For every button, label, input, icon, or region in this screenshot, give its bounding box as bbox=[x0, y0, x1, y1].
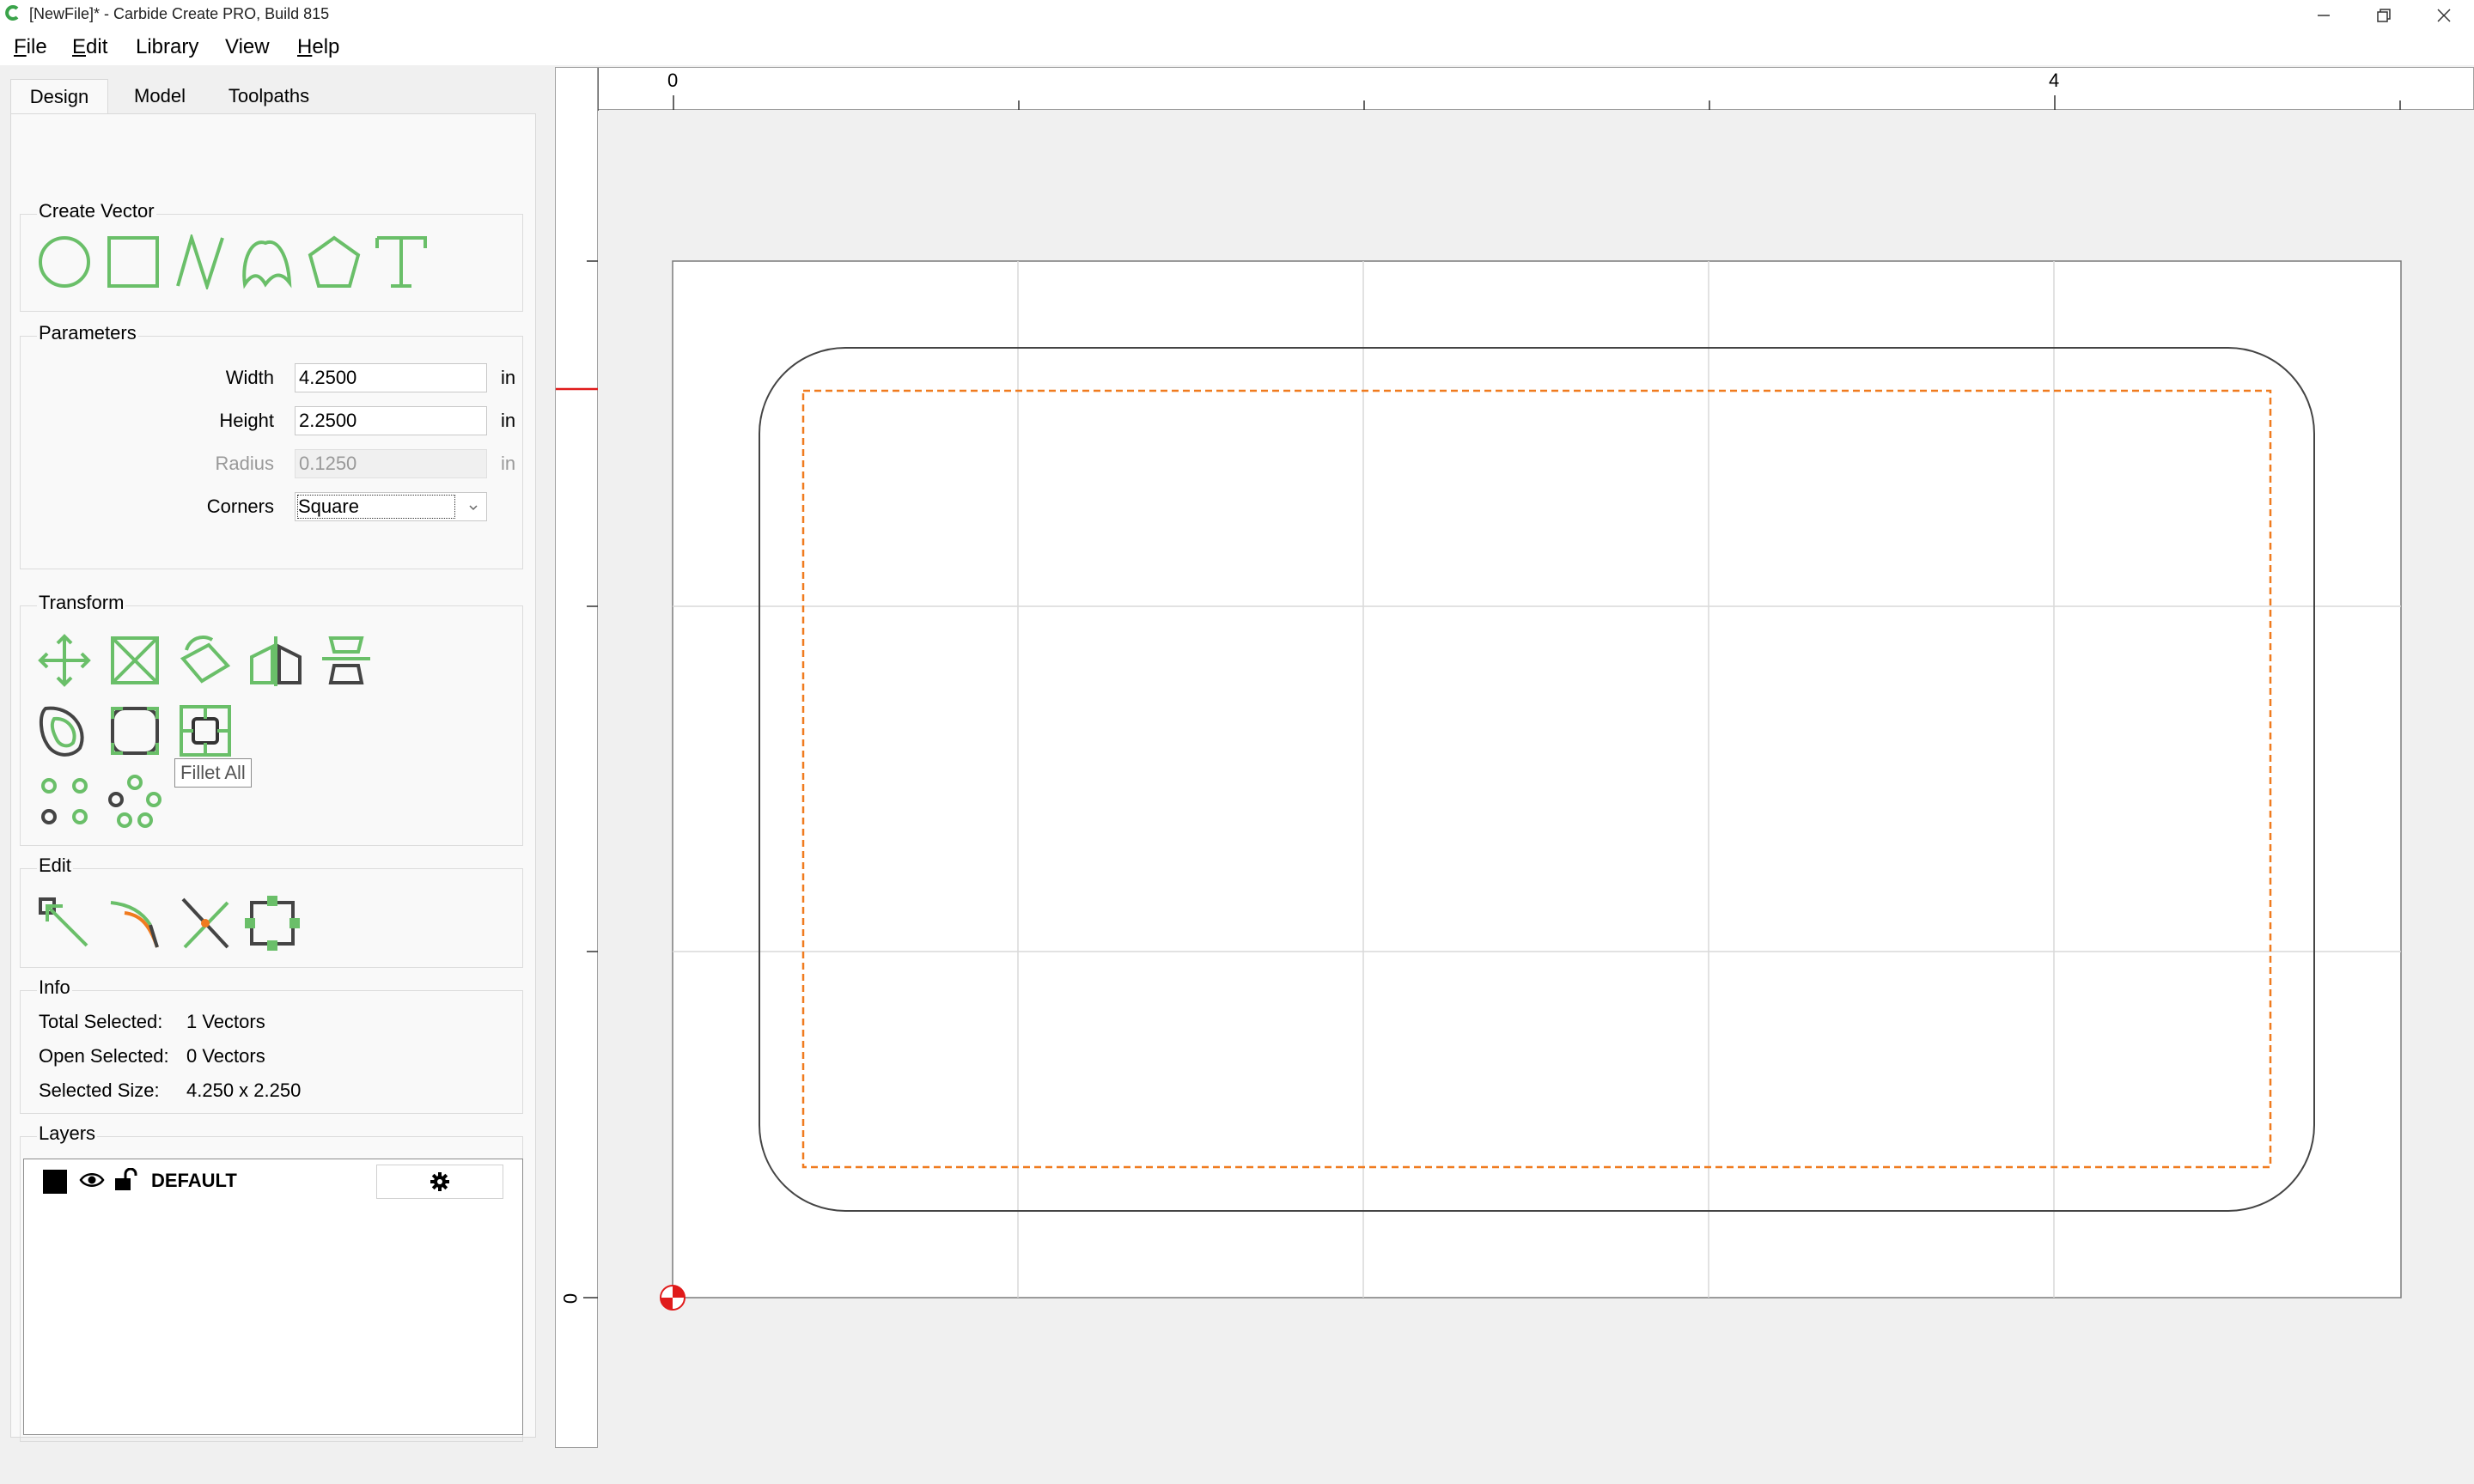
height-unit: in bbox=[501, 410, 516, 431]
menu-help[interactable]: Help bbox=[297, 35, 339, 59]
menu-library[interactable]: Library bbox=[136, 35, 198, 59]
curve-icon[interactable] bbox=[240, 234, 295, 289]
width-field[interactable]: 4.2500 bbox=[295, 363, 487, 392]
design-canvas[interactable] bbox=[599, 111, 2474, 1484]
ruler-vertical: 0 bbox=[555, 67, 598, 1448]
fillet-all-tooltip: Fillet All bbox=[174, 758, 252, 788]
polygon-icon[interactable] bbox=[307, 234, 362, 289]
eye-icon[interactable] bbox=[79, 1170, 105, 1190]
design-tab-pane: Create Vector Parameters Width 4.2500 in… bbox=[10, 113, 536, 1442]
open-selected-label: Open Selected: bbox=[39, 1045, 169, 1067]
total-selected-label: Total Selected: bbox=[39, 1011, 163, 1032]
tab-design[interactable]: Design bbox=[10, 79, 108, 114]
cut-icon[interactable] bbox=[178, 896, 233, 951]
rotate-icon[interactable] bbox=[178, 633, 233, 688]
layer-settings-button[interactable] bbox=[376, 1165, 503, 1199]
layer-row[interactable]: DEFAULT bbox=[24, 1163, 522, 1199]
bounding-box-icon[interactable] bbox=[245, 896, 300, 951]
array-linear-icon[interactable] bbox=[37, 774, 92, 829]
rectangle-icon[interactable] bbox=[106, 234, 161, 289]
offset-icon[interactable] bbox=[37, 703, 92, 758]
width-unit: in bbox=[501, 367, 516, 388]
gear-icon bbox=[430, 1172, 449, 1191]
create-vector-title: Create Vector bbox=[37, 200, 156, 222]
layers-list: DEFAULT bbox=[23, 1159, 523, 1435]
info-title: Info bbox=[37, 976, 72, 999]
carbide-logo-icon bbox=[5, 5, 19, 21]
radius-label: Radius bbox=[215, 453, 274, 474]
fillet-icon[interactable] bbox=[107, 703, 162, 758]
title-bar: [NewFile]* - Carbide Create PRO, Build 8… bbox=[0, 0, 2474, 31]
trim-icon[interactable] bbox=[107, 896, 162, 951]
menu-edit[interactable]: Edit bbox=[72, 35, 107, 59]
tab-toolpaths[interactable]: Toolpaths bbox=[213, 79, 325, 113]
restore-icon[interactable] bbox=[2354, 0, 2414, 31]
open-selected-value: 0 Vectors bbox=[186, 1045, 265, 1067]
transform-title: Transform bbox=[37, 592, 126, 614]
origin-marker bbox=[660, 1285, 686, 1311]
selected-size-label: Selected Size: bbox=[39, 1080, 160, 1101]
node-edit-icon[interactable] bbox=[37, 896, 92, 951]
chevron-down-icon bbox=[469, 505, 478, 511]
height-label: Height bbox=[219, 410, 274, 431]
stock-area bbox=[672, 260, 2402, 1298]
edit-title: Edit bbox=[37, 855, 73, 877]
layer-name: DEFAULT bbox=[151, 1170, 237, 1191]
polyline-icon[interactable] bbox=[173, 232, 228, 292]
align-icon[interactable] bbox=[319, 633, 374, 688]
close-icon[interactable] bbox=[2414, 0, 2474, 31]
scale-icon[interactable] bbox=[107, 633, 162, 688]
window-title: [NewFile]* - Carbide Create PRO, Build 8… bbox=[29, 5, 330, 22]
total-selected-value: 1 Vectors bbox=[186, 1011, 265, 1032]
menu-view[interactable]: View bbox=[225, 35, 270, 59]
text-icon[interactable] bbox=[374, 234, 429, 289]
layer-color-swatch[interactable] bbox=[43, 1170, 67, 1194]
corners-label: Corners bbox=[206, 496, 274, 517]
parameters-title: Parameters bbox=[37, 322, 138, 344]
mirror-icon[interactable] bbox=[248, 633, 303, 688]
unlock-icon[interactable] bbox=[113, 1168, 137, 1192]
height-field[interactable]: 2.2500 bbox=[295, 406, 487, 435]
minimize-icon[interactable] bbox=[2294, 0, 2354, 31]
radius-field: 0.1250 bbox=[295, 449, 487, 478]
tab-model[interactable]: Model bbox=[112, 79, 208, 113]
move-icon[interactable] bbox=[37, 633, 92, 688]
layers-title: Layers bbox=[37, 1122, 98, 1145]
ruler-horizontal: 0 4 bbox=[555, 67, 2474, 111]
array-circular-icon[interactable] bbox=[107, 774, 162, 829]
ruler-top-label-0: 0 bbox=[667, 70, 679, 91]
ruler-left-label-0: 0 bbox=[559, 1292, 582, 1305]
menu-bar: File Edit Library View Help bbox=[0, 31, 2474, 65]
corners-value: Square bbox=[297, 495, 455, 519]
fillet-all-icon[interactable] bbox=[178, 703, 233, 758]
design-panel: Design Model Toolpaths Create Vector Par… bbox=[10, 72, 536, 1442]
radius-unit: in bbox=[501, 453, 516, 474]
ruler-top-label-4: 4 bbox=[2049, 70, 2060, 91]
circle-icon[interactable] bbox=[37, 234, 92, 289]
width-label: Width bbox=[225, 367, 274, 388]
menu-file[interactable]: File bbox=[14, 35, 47, 59]
corners-select[interactable]: Square bbox=[295, 492, 487, 521]
selected-size-value: 4.250 x 2.250 bbox=[186, 1080, 302, 1101]
